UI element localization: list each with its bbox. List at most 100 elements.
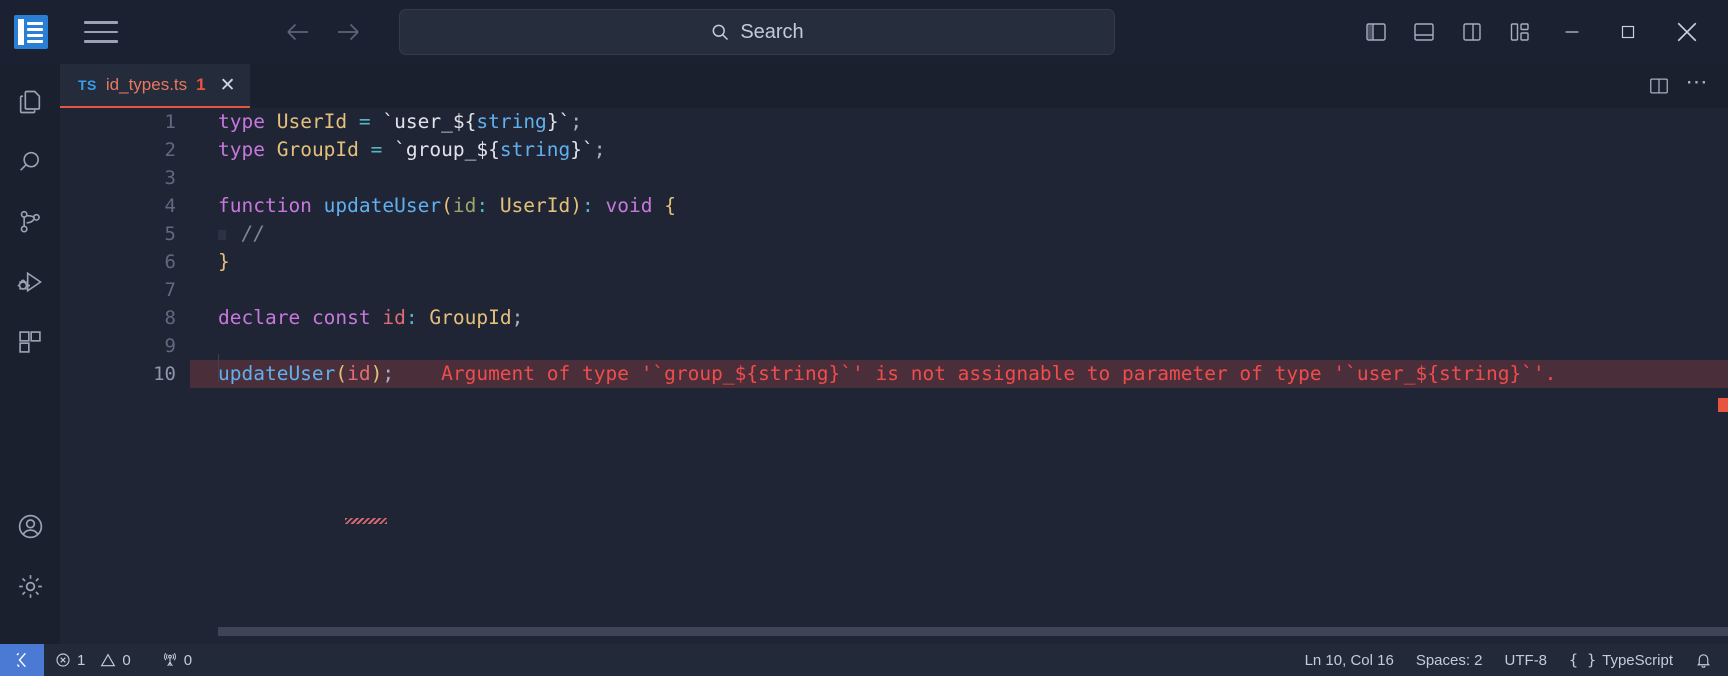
remote-window-icon[interactable]	[0, 644, 44, 676]
arrow-left-icon[interactable]	[280, 14, 316, 50]
line-number: 10	[60, 360, 190, 388]
toggle-secondary-sidebar[interactable]	[1448, 0, 1496, 64]
sidebar-item-run-debug[interactable]	[0, 252, 60, 312]
status-editor-indentation[interactable]: Spaces: 2	[1405, 644, 1494, 676]
sidebar-item-source-control[interactable]	[0, 192, 60, 252]
sidebar-item-extensions[interactable]	[0, 312, 60, 372]
code-token	[265, 110, 277, 133]
code-token: )	[371, 362, 383, 385]
customize-layout[interactable]	[1496, 0, 1544, 64]
vscode-book-logo-icon	[14, 15, 48, 49]
status-bar: 1 0 0 Ln 10, Col 16	[0, 644, 1728, 676]
code-token: =	[359, 110, 371, 133]
code-token: {	[465, 110, 477, 133]
code-token: id	[347, 362, 370, 385]
code-token: GroupId	[429, 306, 511, 329]
window-controls	[1352, 0, 1728, 64]
code-token: {	[664, 194, 676, 217]
code-line-error: 10updateUser(id); Argument of type '`gro…	[60, 360, 1728, 388]
status-problems-warnings[interactable]: 0	[96, 644, 141, 676]
code-token: ;	[512, 306, 524, 329]
code-token: `user_$	[382, 110, 464, 133]
indentation-label: Spaces: 2	[1416, 652, 1483, 669]
code-token: (	[441, 194, 453, 217]
code-token: updateUser	[218, 362, 335, 385]
debug-play-icon	[16, 268, 44, 296]
code-token: }	[218, 250, 230, 273]
code-token	[265, 138, 277, 161]
toggle-panel[interactable]	[1400, 0, 1448, 64]
code-line: 3	[60, 164, 1728, 192]
code-token: :	[406, 306, 418, 329]
overview-ruler-error-marker	[1718, 398, 1728, 412]
search-input[interactable]: Search	[399, 9, 1115, 55]
code-token	[312, 194, 324, 217]
language-label: TypeScript	[1602, 652, 1673, 669]
sidebar-item-manage[interactable]	[0, 556, 60, 616]
code-token: (	[335, 362, 347, 385]
code-line: 6}	[60, 248, 1728, 276]
code-token: :	[582, 194, 594, 217]
split-editor-icon[interactable]	[1642, 69, 1676, 103]
error-squiggle	[345, 518, 387, 524]
code-token	[652, 194, 664, 217]
status-editor-encoding[interactable]: UTF-8	[1494, 644, 1559, 676]
code-token: string	[476, 110, 546, 133]
tab-problem-count: 1	[196, 75, 205, 95]
arrow-right-icon[interactable]	[330, 14, 366, 50]
code-editor[interactable]: 1type UserId = `user_${string}`;2type Gr…	[60, 108, 1728, 644]
sidebar-item-accounts[interactable]	[0, 496, 60, 556]
line-content: type GroupId = `group_${string}`;	[190, 136, 1728, 164]
cursor-position-label: Ln 10, Col 16	[1305, 652, 1394, 669]
code-token	[394, 362, 441, 385]
code-token: ;	[382, 362, 394, 385]
sidebar-item-explorer[interactable]	[0, 72, 60, 132]
code-token: function	[218, 194, 312, 217]
status-notifications[interactable]	[1684, 644, 1728, 676]
code-token: const	[312, 306, 371, 329]
bell-icon	[1695, 652, 1712, 669]
line-content: declare const id: GroupId;	[190, 304, 1728, 332]
line-number: 9	[60, 332, 190, 360]
code-line: 9	[60, 332, 1728, 360]
files-icon	[16, 88, 44, 116]
line-content: type UserId = `user_${string}`;	[190, 108, 1728, 136]
code-line: 8declare const id: GroupId;	[60, 304, 1728, 332]
maximize-window[interactable]	[1600, 0, 1656, 64]
ellipsis-icon[interactable]: ⋯	[1680, 69, 1714, 103]
toggle-primary-sidebar[interactable]	[1352, 0, 1400, 64]
code-token: {	[488, 138, 500, 161]
warning-triangle-icon	[100, 652, 116, 668]
indent-guide	[218, 354, 219, 382]
hamburger-menu-icon[interactable]	[78, 9, 124, 55]
horizontal-scrollbar[interactable]	[218, 627, 1728, 636]
code-token: type	[218, 138, 265, 161]
code-lines: 1type UserId = `user_${string}`;2type Gr…	[60, 108, 1728, 644]
line-number: 6	[60, 248, 190, 276]
activity-bar	[0, 64, 60, 644]
editor-group: TS id_types.ts 1 ✕ ⋯ 1type UserId = `u	[60, 64, 1728, 644]
close-window[interactable]	[1656, 0, 1718, 64]
code-token	[594, 194, 606, 217]
code-token: declare	[218, 306, 300, 329]
tab-id-types-ts[interactable]: TS id_types.ts 1 ✕	[60, 64, 250, 108]
minimize-window[interactable]	[1544, 0, 1600, 64]
code-token: id	[453, 194, 476, 217]
code-token	[347, 110, 359, 133]
title-bar: Search	[0, 0, 1728, 64]
code-token: //	[241, 222, 264, 245]
code-token	[218, 222, 241, 245]
code-line: 2type GroupId = `group_${string}`;	[60, 136, 1728, 164]
close-icon[interactable]: ✕	[220, 76, 236, 95]
sidebar-item-search[interactable]	[0, 132, 60, 192]
gear-icon	[16, 572, 45, 601]
status-ports[interactable]: 0	[142, 644, 203, 676]
code-line: 4function updateUser(id: UserId): void {	[60, 192, 1728, 220]
code-token	[359, 138, 371, 161]
status-problems-errors[interactable]: 1	[44, 644, 96, 676]
status-editor-language[interactable]: { } TypeScript	[1558, 644, 1684, 676]
code-token: id	[382, 306, 405, 329]
code-line: 1type UserId = `user_${string}`;	[60, 108, 1728, 136]
status-editor-position[interactable]: Ln 10, Col 16	[1294, 644, 1405, 676]
code-token: )	[570, 194, 582, 217]
